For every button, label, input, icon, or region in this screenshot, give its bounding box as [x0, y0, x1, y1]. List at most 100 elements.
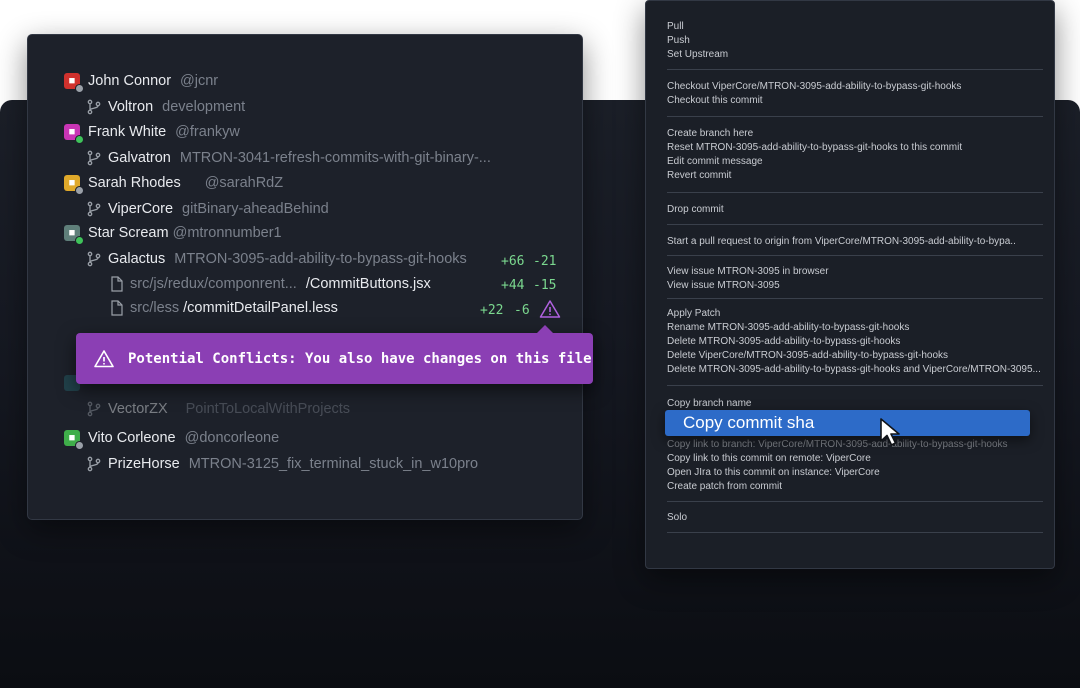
menu-divider — [667, 255, 1043, 256]
file-path: src/js/redux/componrent... — [130, 276, 297, 292]
menu-item-view-issue-browser[interactable]: View issue MTRON-3095 in browser — [667, 266, 829, 277]
lines-removed: -15 — [533, 278, 557, 293]
author-name: Star Scream — [88, 225, 169, 241]
avatar-invader-icon: ■ — [68, 126, 76, 138]
menu-item-apply-patch[interactable]: Apply Patch — [667, 308, 720, 319]
avatar-invader-icon: ■ — [68, 177, 76, 189]
file-icon — [111, 300, 123, 316]
menu-divider — [667, 501, 1043, 502]
menu-item-view-issue[interactable]: View issue MTRON-3095 — [667, 280, 780, 291]
menu-divider — [667, 298, 1043, 299]
author-row[interactable]: ■ Sarah Rhodes @sarahRdZ — [64, 175, 284, 195]
branch-name: PrizeHorse — [108, 456, 180, 472]
avatar: ■ — [64, 73, 84, 93]
menu-item-create-patch[interactable]: Create patch from commit — [667, 481, 782, 492]
lines-added: +66 — [501, 254, 525, 269]
author-name: Frank White — [88, 124, 167, 140]
branch-row[interactable]: Galactus MTRON-3095-add-ability-to-bypas… — [86, 251, 467, 267]
author-name: Sarah Rhodes — [88, 175, 181, 191]
status-dot — [75, 236, 84, 245]
menu-item-copy-commit-sha[interactable]: Copy commit sha — [665, 410, 1030, 436]
branch-description: MTRON-3125_fix_terminal_stuck_in_w10pro — [188, 456, 479, 472]
file-row[interactable]: src/js/redux/componrent... /CommitButton… — [110, 276, 431, 292]
file-row[interactable]: src/less /commitDetailPanel.less — [110, 300, 338, 316]
branch-icon — [87, 456, 101, 472]
menu-item-set-upstream[interactable]: Set Upstream — [667, 49, 728, 60]
menu-divider — [667, 116, 1043, 117]
menu-item-delete-remote-branch[interactable]: Delete ViperCore/MTRON-3095-add-ability-… — [667, 350, 948, 361]
avatar: ■ — [64, 430, 84, 450]
status-dot — [75, 441, 84, 450]
branch-icon — [87, 251, 101, 267]
branch-icon — [87, 201, 101, 217]
menu-item-drop-commit[interactable]: Drop commit — [667, 204, 724, 215]
branch-description: PointToLocalWithProjects — [185, 401, 351, 417]
menu-item-copy-link-branch[interactable]: Copy link to branch: ViperCore/MTRON-309… — [667, 439, 1008, 450]
branch-description: development — [162, 99, 246, 115]
menu-divider — [667, 532, 1043, 533]
avatar: ■ — [64, 124, 84, 144]
menu-item-checkout-commit[interactable]: Checkout this commit — [667, 95, 763, 106]
conflict-warning-icon[interactable] — [539, 299, 561, 319]
author-row[interactable]: ■ Star Scream @mtronnumber1 — [64, 225, 282, 245]
menu-item-solo[interactable]: Solo — [667, 512, 687, 523]
lines-removed: -21 — [533, 254, 557, 269]
menu-divider — [667, 224, 1043, 225]
menu-item-rename-branch[interactable]: Rename MTRON-3095-add-ability-to-bypass-… — [667, 322, 909, 333]
menu-item-copy-link-commit[interactable]: Copy link to this commit on remote: Vipe… — [667, 453, 871, 464]
lines-removed: -6 — [514, 303, 530, 318]
branch-name: Galvatron — [108, 150, 171, 166]
status-dot — [75, 84, 84, 93]
lines-added: +22 — [480, 303, 504, 318]
avatar: ■ — [64, 175, 84, 195]
branch-name: Voltron — [108, 99, 154, 115]
tooltip-pointer — [537, 325, 553, 333]
menu-item-copy-branch-name[interactable]: Copy branch name — [667, 398, 752, 409]
menu-item-delete-both-branches[interactable]: Delete MTRON-3095-add-ability-to-bypass-… — [667, 364, 1041, 375]
menu-item-delete-local-branch[interactable]: Delete MTRON-3095-add-ability-to-bypass-… — [667, 336, 900, 347]
branch-row[interactable]: Voltron development — [86, 99, 245, 115]
file-name: /commitDetailPanel.less — [183, 300, 338, 316]
branch-name: Galactus — [108, 251, 166, 267]
menu-divider — [667, 69, 1043, 70]
conflict-tooltip: Potential Conflicts: You also have chang… — [76, 325, 593, 384]
avatar-invader-icon: ■ — [68, 227, 76, 239]
branch-name: ViperCore — [108, 201, 174, 217]
menu-item-create-branch[interactable]: Create branch here — [667, 128, 753, 139]
author-row[interactable]: ■ Frank White @frankyw — [64, 124, 240, 144]
author-row[interactable]: ■ John Connor @jcnr — [64, 73, 219, 93]
menu-item-open-jira[interactable]: Open JIra to this commit on instance: Vi… — [667, 467, 880, 478]
branch-description: gitBinary-aheadBehind — [182, 201, 329, 217]
avatar-invader-icon: ■ — [68, 432, 76, 444]
menu-item-revert-commit[interactable]: Revert commit — [667, 170, 731, 181]
menu-item-start-pull-request[interactable]: Start a pull request to origin from Vipe… — [667, 236, 1016, 247]
menu-item-checkout-branch[interactable]: Checkout ViperCore/MTRON-3095-add-abilit… — [667, 81, 961, 92]
status-dot — [75, 186, 84, 195]
branch-row[interactable]: PrizeHorse MTRON-3125_fix_terminal_stuck… — [86, 456, 478, 472]
branch-icon — [87, 99, 101, 115]
author-row[interactable]: ■ Vito Corleone @doncorleone — [64, 430, 280, 450]
menu-divider — [667, 385, 1043, 386]
branch-icon — [87, 401, 101, 417]
menu-item-edit-message[interactable]: Edit commit message — [667, 156, 763, 167]
branch-icon — [87, 150, 101, 166]
menu-item-reset-branch[interactable]: Reset MTRON-3095-add-ability-to-bypass-g… — [667, 142, 962, 153]
mouse-pointer-icon — [880, 418, 900, 446]
author-handle: @doncorleone — [184, 430, 280, 446]
author-name: Vito Corleone — [88, 430, 176, 446]
lines-added: +44 — [501, 278, 525, 293]
menu-item-push[interactable]: Push — [667, 35, 690, 46]
warning-icon — [94, 349, 114, 367]
branch-description: MTRON-3041-refresh-commits-with-git-bina… — [179, 150, 491, 166]
commit-context-menu: Pull Push Set Upstream Checkout ViperCor… — [645, 0, 1055, 569]
author-handle: @sarahRdZ — [204, 175, 284, 191]
file-name: /CommitButtons.jsx — [305, 276, 431, 292]
author-handle: @jcnr — [180, 73, 219, 89]
branch-row[interactable]: ViperCore gitBinary-aheadBehind — [86, 201, 329, 217]
file-path: src/less — [130, 300, 180, 316]
branch-row[interactable]: VectorZX PointToLocalWithProjects — [86, 401, 350, 417]
branch-name: VectorZX — [108, 401, 168, 417]
status-dot — [75, 135, 84, 144]
branch-row[interactable]: Galvatron MTRON-3041-refresh-commits-wit… — [86, 150, 491, 166]
menu-item-pull[interactable]: Pull — [667, 21, 684, 32]
